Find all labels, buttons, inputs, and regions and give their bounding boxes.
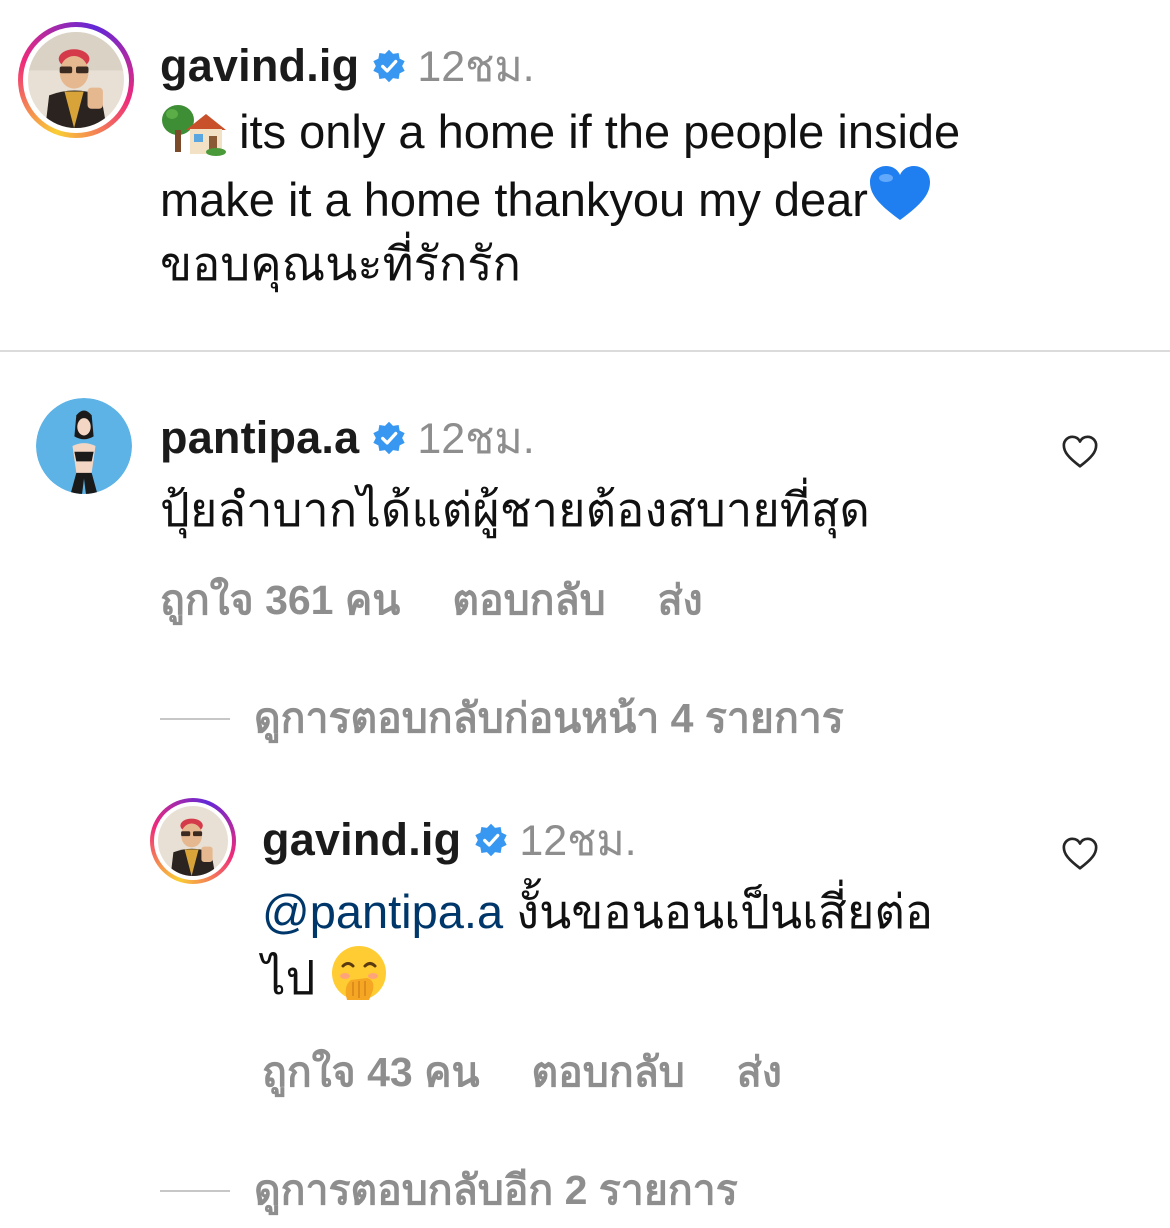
caption-text: its only a home if the people inside mak… — [160, 100, 1140, 296]
verified-badge-icon — [373, 49, 405, 83]
comment-like-heart-icon[interactable] — [1061, 433, 1099, 471]
comments-screen: gavind.ig 12ชม. its only a home if the p… — [0, 0, 1170, 1228]
view-previous-replies[interactable]: ดูการตอบกลับก่อนหน้า 4 รายการ — [160, 686, 844, 751]
reply-send-button[interactable]: ส่ง — [737, 1040, 782, 1105]
caption-line-1: its only a home if the people inside — [239, 105, 961, 158]
reply-like-heart-icon[interactable] — [1061, 835, 1099, 873]
reply-header: gavind.ig 12ชม. — [262, 806, 637, 874]
caption-line-2: make it a home thankyou my dear — [160, 173, 868, 226]
reply-actions: ถูกใจ 43 คน ตอบกลับ ส่ง — [262, 1040, 782, 1105]
caption-divider — [0, 350, 1170, 352]
comment-actions: ถูกใจ 361 คน ตอบกลับ ส่ง — [160, 568, 703, 633]
reply-timestamp: 12ชม. — [519, 817, 637, 865]
comment-avatar[interactable] — [36, 398, 132, 494]
reply-username[interactable]: gavind.ig — [262, 814, 461, 866]
reply-like-count[interactable]: ถูกใจ 43 คน — [262, 1040, 480, 1105]
view-previous-replies-label[interactable]: ดูการตอบกลับก่อนหน้า 4 รายการ — [254, 686, 844, 751]
caption-username[interactable]: gavind.ig — [160, 40, 359, 92]
comment-header: pantipa.a 12ชม. — [160, 404, 535, 472]
comment-text: ปุ้ยลำบากได้แต่ผู้ชายต้องสบายที่สุด — [160, 483, 870, 536]
comment-send-button[interactable]: ส่ง — [658, 568, 703, 633]
reply-avatar[interactable] — [150, 798, 236, 884]
blue-heart-emoji-icon — [869, 166, 930, 220]
replies-connector-line — [160, 717, 230, 720]
reply-mention-link[interactable]: @pantipa.a — [262, 885, 503, 938]
replies-connector-line — [160, 1189, 230, 1192]
reply-text: @pantipa.a งั้นขอนอนเป็นเสี่ยต่อ ไป — [262, 880, 1062, 1010]
caption-header: gavind.ig 12ชม. — [160, 32, 535, 100]
view-more-replies[interactable]: ดูการตอบกลับอีก 2 รายการ — [160, 1158, 738, 1223]
comment-reply-button[interactable]: ตอบกลับ — [452, 568, 605, 633]
verified-badge-icon — [475, 823, 507, 857]
reply-line-2: ไป — [262, 951, 316, 1004]
reply-line-1: งั้นขอนอนเป็นเสี่ยต่อ — [503, 885, 934, 938]
caption-avatar[interactable] — [18, 22, 134, 138]
caption-line-3: ขอบคุณนะที่รักรัก — [160, 237, 521, 290]
face-with-hand-over-mouth-emoji-icon — [331, 946, 386, 1000]
caption-timestamp: 12ชม. — [417, 43, 535, 91]
avatar-gavind-image — [158, 806, 228, 876]
avatar-gavind-image — [28, 32, 124, 128]
house-with-garden-emoji-icon — [162, 105, 226, 156]
verified-badge-icon — [373, 421, 406, 455]
reply-reply-button[interactable]: ตอบกลับ — [532, 1040, 685, 1105]
comment-username[interactable]: pantipa.a — [160, 412, 359, 464]
view-more-replies-label[interactable]: ดูการตอบกลับอีก 2 รายการ — [254, 1158, 738, 1223]
comment-timestamp: 12ชม. — [417, 415, 535, 463]
comment-like-count[interactable]: ถูกใจ 361 คน — [160, 568, 400, 633]
